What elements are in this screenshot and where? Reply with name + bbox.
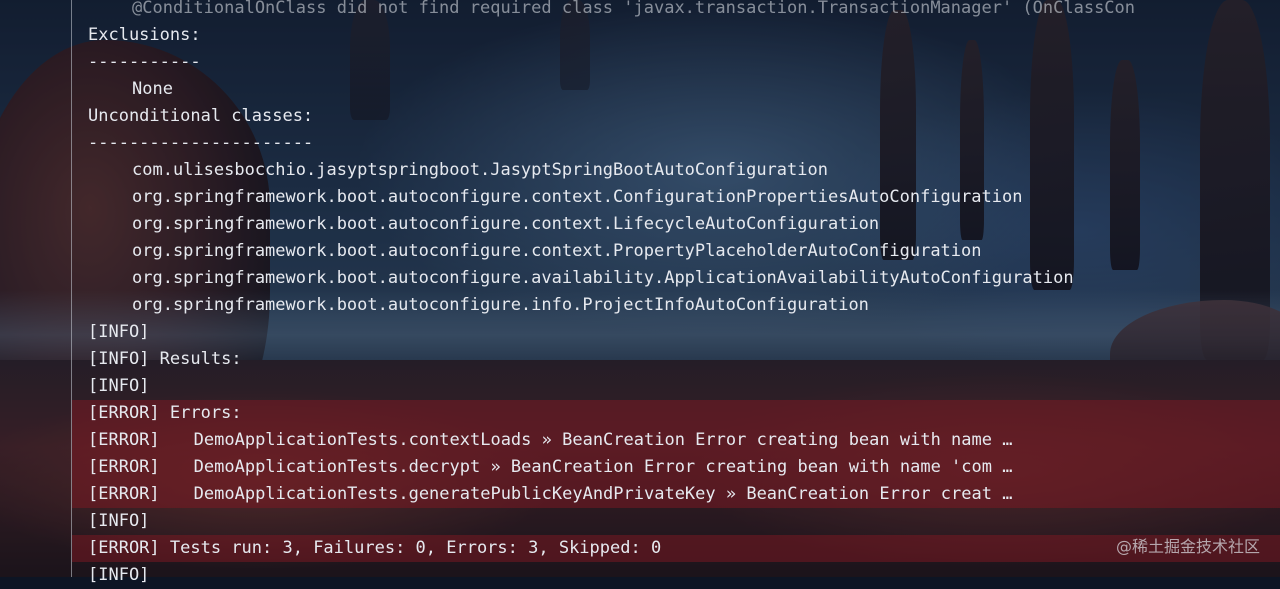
- terminal-line-rule: ----------------------: [88, 130, 1280, 157]
- terminal-line-unconditional: Unconditional classes:: [88, 103, 1280, 130]
- info-tag: [INFO]: [88, 376, 150, 396]
- info-tag: [INFO]: [88, 511, 150, 531]
- terminal-line-class: org.springframework.boot.autoconfigure.c…: [88, 238, 1280, 265]
- terminal-line-info: [INFO]: [88, 319, 1280, 346]
- terminal-line-error-item: [ERROR] DemoApplicationTests.decrypt » Be…: [72, 454, 1280, 481]
- class-name: org.springframework.boot.autoconfigure.i…: [132, 295, 869, 315]
- error-message: DemoApplicationTests.decrypt » BeanCreat…: [193, 457, 1013, 477]
- site-watermark: @稀土掘金技术社区: [1115, 537, 1260, 556]
- terminal-line-results: [INFO] Results:: [88, 346, 1280, 373]
- error-tag: [ERROR]: [88, 457, 160, 477]
- error-tag: [ERROR]: [88, 403, 160, 423]
- errors-text: Errors:: [169, 403, 242, 423]
- terminal-line-class: org.springframework.boot.autoconfigure.c…: [88, 184, 1280, 211]
- partial-line-text: @ConditionalOnClass did not find require…: [132, 0, 1136, 18]
- terminal-line-class: org.springframework.boot.autoconfigure.a…: [88, 265, 1280, 292]
- info-tag: [INFO]: [88, 349, 150, 369]
- terminal-line-class: com.ulisesbocchio.jasyptspringboot.Jasyp…: [88, 157, 1280, 184]
- terminal-line-error-item: [ERROR] DemoApplicationTests.generatePubl…: [72, 481, 1280, 508]
- terminal-output[interactable]: @ConditionalOnClass did not find require…: [71, 0, 1280, 585]
- class-name: com.ulisesbocchio.jasyptspringboot.Jasyp…: [132, 160, 828, 180]
- terminal-line-error-item: [ERROR] DemoApplicationTests.contextLoads…: [72, 427, 1280, 454]
- terminal-line-info: [INFO]: [88, 373, 1280, 400]
- class-name: org.springframework.boot.autoconfigure.c…: [132, 214, 880, 234]
- terminal-line-errors-header: [ERROR] Errors:: [72, 400, 1280, 427]
- error-tag: [ERROR]: [88, 484, 160, 504]
- test-summary: Tests run: 3, Failures: 0, Errors: 3, Sk…: [169, 538, 662, 558]
- info-tag: [INFO]: [88, 565, 150, 585]
- results-text: Results:: [159, 349, 242, 369]
- info-tag: [INFO]: [88, 322, 150, 342]
- error-tag: [ERROR]: [88, 430, 160, 450]
- terminal-line-partial: @ConditionalOnClass did not find require…: [88, 0, 1280, 22]
- terminal-line-class: org.springframework.boot.autoconfigure.i…: [88, 292, 1280, 319]
- unconditional-rule: ----------------------: [88, 133, 314, 153]
- terminal-line-exclusions: Exclusions:: [88, 22, 1280, 49]
- exclusions-value: None: [132, 79, 173, 99]
- terminal-line-info: [INFO]: [88, 508, 1280, 535]
- unconditional-header: Unconditional classes:: [88, 106, 314, 126]
- terminal-line-rule: -----------: [88, 49, 1280, 76]
- exclusions-rule: -----------: [88, 52, 201, 72]
- terminal-line-none: None: [88, 76, 1280, 103]
- class-name: org.springframework.boot.autoconfigure.c…: [132, 241, 982, 261]
- class-name: org.springframework.boot.autoconfigure.c…: [132, 187, 1023, 207]
- error-message: DemoApplicationTests.generatePublicKeyAn…: [193, 484, 1013, 504]
- error-tag: [ERROR]: [88, 538, 160, 558]
- error-message: DemoApplicationTests.contextLoads » Bean…: [193, 430, 1013, 450]
- class-name: org.springframework.boot.autoconfigure.a…: [132, 268, 1074, 288]
- terminal-line-class: org.springframework.boot.autoconfigure.c…: [88, 211, 1280, 238]
- terminal-line-summary: [ERROR] Tests run: 3, Failures: 0, Error…: [72, 535, 1280, 562]
- exclusions-header: Exclusions:: [88, 25, 201, 45]
- terminal-line-info: [INFO]: [88, 562, 1280, 589]
